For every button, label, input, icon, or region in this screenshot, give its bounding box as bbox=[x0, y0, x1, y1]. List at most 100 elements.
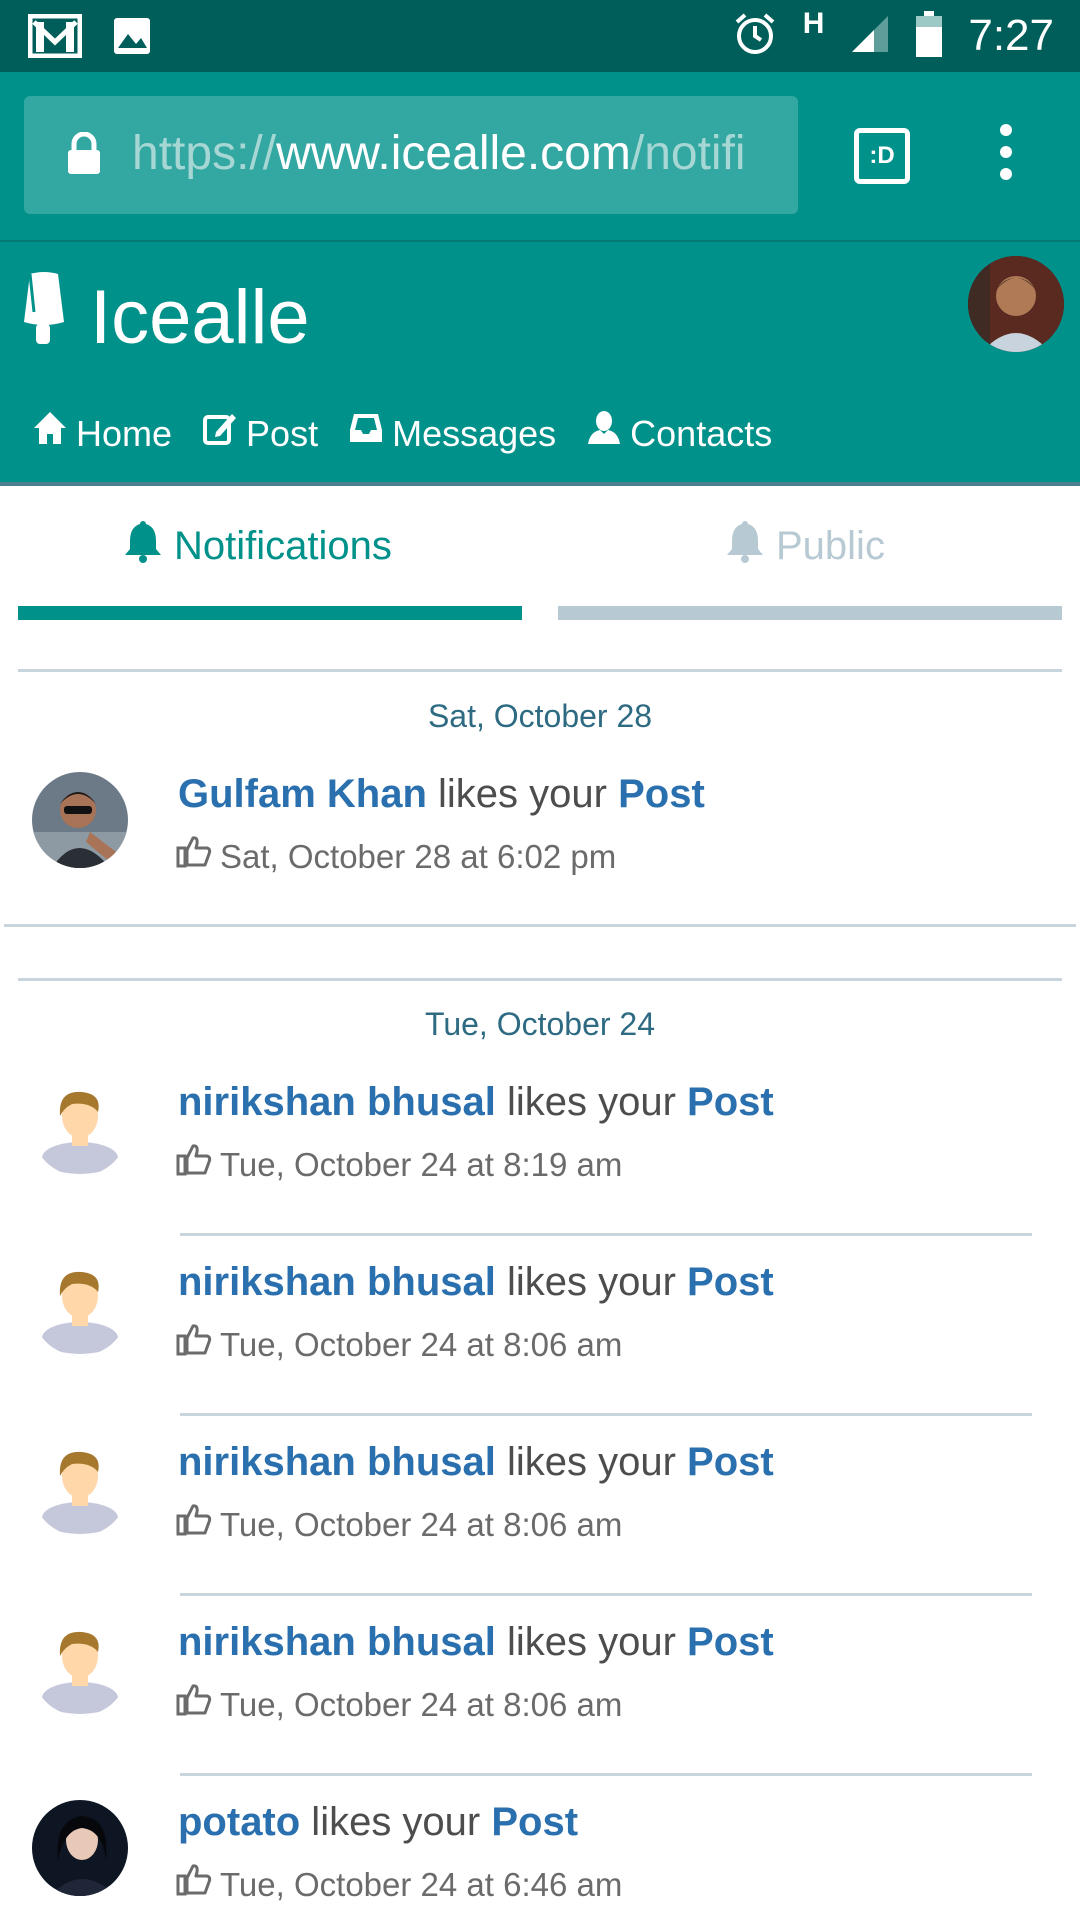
notification-time: Tue, October 24 at 8:06 am bbox=[220, 1325, 623, 1363]
thumbs-up-icon bbox=[176, 1862, 212, 1907]
notification-action: likes your bbox=[426, 772, 619, 816]
notification-text: potato likes your Post bbox=[178, 1796, 578, 1848]
nav-messages-label: Messages bbox=[392, 412, 557, 454]
nav-home[interactable]: Home bbox=[32, 410, 172, 457]
avatar[interactable] bbox=[32, 1080, 128, 1176]
avatar[interactable] bbox=[32, 1620, 128, 1716]
notification-post-link[interactable]: Post bbox=[491, 1800, 578, 1844]
notification-text: Gulfam Khan likes your Post bbox=[178, 768, 705, 820]
thumbs-up-icon bbox=[176, 1682, 212, 1727]
date-header: Tue, October 24 bbox=[424, 1006, 656, 1042]
date-header: Sat, October 28 bbox=[427, 698, 653, 734]
url-host: www.icealle.com bbox=[276, 127, 631, 180]
notification-user-link[interactable]: nirikshan bhusal bbox=[178, 1440, 496, 1484]
logo-icon[interactable] bbox=[22, 272, 66, 351]
notification-item[interactable]: nirikshan bhusal likes your Post Tue, Oc… bbox=[0, 1436, 1080, 1586]
main-nav: Home Post Messages Contacts bbox=[32, 410, 772, 457]
user-avatar[interactable] bbox=[968, 256, 1064, 352]
notification-post-link[interactable]: Post bbox=[687, 1620, 774, 1664]
overflow-menu-button[interactable] bbox=[996, 124, 1016, 188]
notification-time: Tue, October 24 at 8:06 am bbox=[220, 1505, 623, 1543]
notification-action: likes your bbox=[495, 1080, 688, 1124]
notification-action: likes your bbox=[495, 1440, 688, 1484]
notification-meta: Sat, October 28 at 6:02 pm bbox=[176, 834, 616, 879]
logo-text[interactable]: Icealle bbox=[90, 272, 310, 364]
item-separator bbox=[180, 1593, 1032, 1596]
address-bar[interactable]: https://www.icealle.com/notifi bbox=[24, 96, 798, 214]
notification-post-link[interactable]: Post bbox=[687, 1080, 774, 1124]
notification-meta: Tue, October 24 at 8:19 am bbox=[176, 1142, 622, 1187]
tab-bar: Notifications Public bbox=[0, 486, 1080, 626]
inbox-icon bbox=[348, 410, 384, 457]
notification-user-link[interactable]: nirikshan bhusal bbox=[178, 1620, 496, 1664]
notification-post-link[interactable]: Post bbox=[618, 772, 705, 816]
bell-icon bbox=[124, 519, 162, 573]
signal-icon bbox=[850, 14, 890, 59]
notification-post-link[interactable]: Post bbox=[687, 1440, 774, 1484]
nav-contacts[interactable]: Contacts bbox=[586, 410, 772, 457]
tab-public[interactable]: Public bbox=[726, 506, 885, 586]
item-separator bbox=[180, 1233, 1032, 1236]
notification-action: likes your bbox=[495, 1620, 688, 1664]
notification-action: likes your bbox=[495, 1260, 688, 1304]
url-path: /notifi bbox=[630, 127, 746, 180]
notification-user-link[interactable]: nirikshan bhusal bbox=[178, 1080, 496, 1124]
thumbs-up-icon bbox=[176, 1502, 212, 1547]
edit-icon bbox=[202, 410, 238, 457]
nav-home-label: Home bbox=[76, 412, 173, 454]
group-divider bbox=[18, 978, 1062, 981]
notification-text: nirikshan bhusal likes your Post bbox=[178, 1616, 774, 1668]
notification-user-link[interactable]: potato bbox=[178, 1800, 300, 1844]
notification-action: likes your bbox=[300, 1800, 492, 1844]
tab-public-label: Public bbox=[776, 523, 885, 568]
status-bar: H 7:27 bbox=[0, 0, 1080, 72]
nav-messages[interactable]: Messages bbox=[348, 410, 556, 457]
bell-icon bbox=[726, 519, 764, 573]
screen-mode-button[interactable]: :D bbox=[854, 128, 910, 184]
notification-item[interactable]: nirikshan bhusal likes your Post Tue, Oc… bbox=[0, 1076, 1080, 1226]
url-text[interactable]: https://www.icealle.com/notifi bbox=[132, 122, 784, 186]
notification-time: Tue, October 24 at 8:06 am bbox=[220, 1685, 623, 1723]
url-scheme: https:// bbox=[132, 127, 277, 180]
notification-item[interactable]: potato likes your Post Tue, October 24 a… bbox=[0, 1796, 1080, 1920]
notification-time: Tue, October 24 at 8:19 am bbox=[220, 1145, 623, 1183]
nav-post[interactable]: Post bbox=[202, 410, 318, 457]
image-icon bbox=[112, 16, 152, 61]
tab-notifications-label: Notifications bbox=[174, 523, 392, 568]
browser-toolbar: https://www.icealle.com/notifi :D bbox=[0, 72, 1080, 240]
user-icon bbox=[586, 410, 622, 457]
notification-item[interactable]: nirikshan bhusal likes your Post Tue, Oc… bbox=[0, 1616, 1080, 1766]
notification-meta: Tue, October 24 at 6:46 am bbox=[176, 1862, 622, 1907]
notification-user-link[interactable]: Gulfam Khan bbox=[178, 772, 427, 816]
tab-notifications[interactable]: Notifications bbox=[124, 506, 392, 586]
avatar[interactable] bbox=[32, 1800, 128, 1896]
thumbs-up-icon bbox=[176, 1322, 212, 1367]
group-divider bbox=[4, 924, 1076, 927]
notification-time: Sat, October 28 at 6:02 pm bbox=[220, 837, 617, 875]
notification-meta: Tue, October 24 at 8:06 am bbox=[176, 1502, 622, 1547]
nav-post-label: Post bbox=[246, 412, 319, 454]
notification-time: Tue, October 24 at 6:46 am bbox=[220, 1865, 623, 1903]
notification-item[interactable]: nirikshan bhusal likes your Post Tue, Oc… bbox=[0, 1256, 1080, 1406]
avatar[interactable] bbox=[32, 1440, 128, 1536]
gmail-icon bbox=[27, 13, 83, 63]
thumbs-up-icon bbox=[176, 834, 212, 879]
nav-contacts-label: Contacts bbox=[630, 412, 773, 454]
notification-item[interactable]: Gulfam Khan likes your Post Sat, October… bbox=[0, 768, 1080, 918]
notification-text: nirikshan bhusal likes your Post bbox=[178, 1436, 774, 1488]
notification-post-link[interactable]: Post bbox=[687, 1260, 774, 1304]
lock-icon bbox=[66, 131, 102, 181]
site-header: Icealle Home Post Messages Contacts bbox=[0, 240, 1080, 484]
battery-icon bbox=[916, 10, 943, 62]
notification-text: nirikshan bhusal likes your Post bbox=[178, 1256, 774, 1308]
clock: 7:27 bbox=[968, 11, 1054, 60]
notification-user-link[interactable]: nirikshan bhusal bbox=[178, 1260, 496, 1304]
notification-meta: Tue, October 24 at 8:06 am bbox=[176, 1682, 622, 1727]
item-separator bbox=[180, 1413, 1032, 1416]
home-icon bbox=[32, 410, 68, 457]
tab-public-indicator bbox=[558, 606, 1062, 620]
thumbs-up-icon bbox=[176, 1142, 212, 1187]
alarm-icon bbox=[733, 12, 777, 61]
avatar[interactable] bbox=[32, 1260, 128, 1356]
avatar[interactable] bbox=[32, 772, 128, 868]
